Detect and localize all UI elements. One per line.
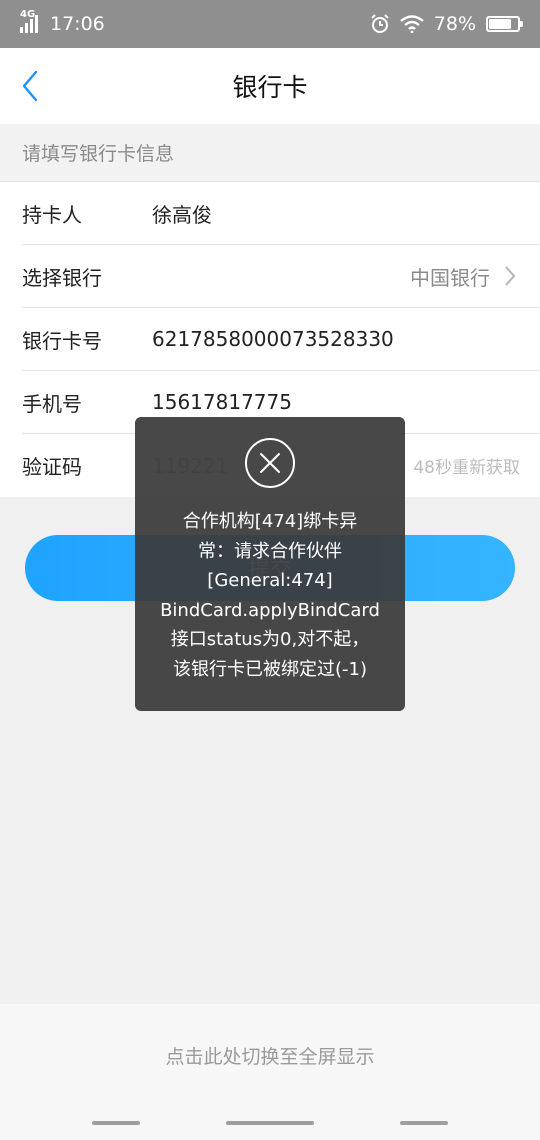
nav-handle-right[interactable] [400,1121,448,1125]
nav-bar: 银行卡 [0,48,540,124]
network-type: 4G [20,9,36,20]
footer: 点击此处切换至全屏显示 [0,1004,540,1140]
bank-select-row[interactable]: 选择银行 中国银行 [22,245,540,308]
battery-percent: 78% [433,13,476,35]
nav-handle-left[interactable] [92,1121,140,1125]
holder-row: 持卡人 徐高俊 [22,182,540,245]
card-number-label: 银行卡号 [22,328,102,353]
fullscreen-hint[interactable]: 点击此处切换至全屏显示 [0,1042,540,1069]
card-number-input[interactable]: 6217858000073528330 [152,327,394,351]
toast-message: 合作机构[474]绑卡异 常：请求合作伙伴 [General:474] Bind… [160,511,380,680]
holder-label: 持卡人 [22,202,82,227]
code-label: 验证码 [22,455,82,479]
resend-code-button[interactable]: 48秒重新获取 [394,444,520,486]
page-title: 银行卡 [232,73,308,102]
close-circle-icon [245,438,295,488]
chevron-right-icon [505,266,516,286]
alarm-icon [371,14,389,33]
card-number-row[interactable]: 银行卡号 6217858000073528330 [22,308,540,371]
status-bar: 4G 17:06 78% [0,0,540,48]
signal-icon: 4G [20,9,38,33]
phone-input[interactable]: 15617817775 [152,390,292,414]
chevron-left-icon[interactable] [18,68,48,104]
status-time: 17:06 [50,13,105,35]
error-toast: 合作机构[474]绑卡异 常：请求合作伙伴 [General:474] Bind… [135,417,405,711]
nav-handle-center[interactable] [226,1121,314,1125]
phone-label: 手机号 [22,391,82,416]
battery-icon [486,16,523,32]
bank-label: 选择银行 [22,265,102,290]
wifi-icon [400,15,424,33]
section-header: 请填写银行卡信息 [0,124,540,182]
holder-value: 徐高俊 [152,202,212,227]
bank-value: 中国银行 [410,265,490,290]
